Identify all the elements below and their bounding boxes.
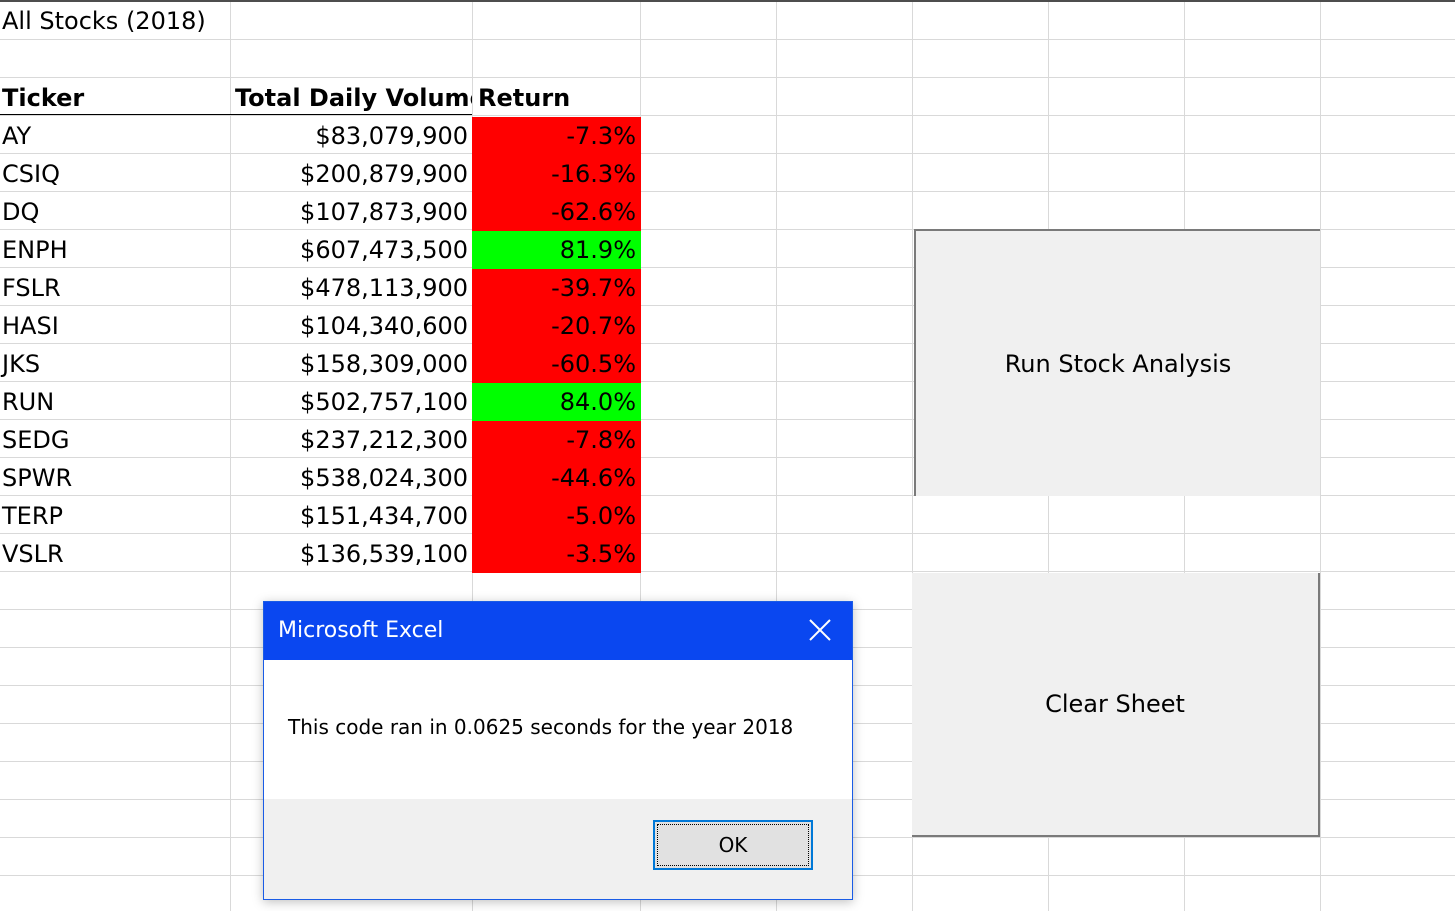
grid-column-line [1320,0,1321,911]
dialog-title: Microsoft Excel [278,618,444,643]
ticker-cell[interactable]: RUN [0,383,230,421]
return-cell[interactable]: -60.5% [472,345,641,383]
close-icon[interactable] [806,616,834,644]
volume-cell[interactable]: $607,473,500 [231,231,472,269]
volume-cell[interactable]: $478,113,900 [231,269,472,307]
header-volume[interactable]: Total Daily Volume [231,79,472,117]
ticker-cell[interactable]: SEDG [0,421,230,459]
return-cell[interactable]: -20.7% [472,307,641,345]
return-cell[interactable]: 81.9% [472,231,641,269]
volume-cell[interactable]: $104,340,600 [231,307,472,345]
ticker-cell[interactable]: FSLR [0,269,230,307]
volume-cell[interactable]: $502,757,100 [231,383,472,421]
ticker-cell[interactable]: TERP [0,497,230,535]
volume-cell[interactable]: $83,079,900 [231,117,472,155]
volume-cell[interactable]: $151,434,700 [231,497,472,535]
dialog-footer: OK [264,799,852,899]
header-underline [0,114,472,115]
clear-sheet-button[interactable]: Clear Sheet [912,573,1320,837]
ticker-cell[interactable]: ENPH [0,231,230,269]
return-cell[interactable]: -16.3% [472,155,641,193]
ticker-cell[interactable]: SPWR [0,459,230,497]
dialog-body: This code ran in 0.0625 seconds for the … [264,660,852,799]
run-stock-analysis-button[interactable]: Run Stock Analysis [914,229,1320,496]
ok-button[interactable]: OK [653,820,813,870]
ticker-cell[interactable]: CSIQ [0,155,230,193]
return-cell[interactable]: -62.6% [472,193,641,231]
dialog-titlebar[interactable]: Microsoft Excel [264,602,852,660]
return-cell[interactable]: -44.6% [472,459,641,497]
ticker-cell[interactable]: DQ [0,193,230,231]
return-cell[interactable]: -39.7% [472,269,641,307]
volume-cell[interactable]: $136,539,100 [231,535,472,573]
header-ticker[interactable]: Ticker [0,79,230,117]
volume-cell[interactable]: $237,212,300 [231,421,472,459]
volume-cell[interactable]: $538,024,300 [231,459,472,497]
sheet-title[interactable]: All Stocks (2018) [0,2,300,40]
ticker-cell[interactable]: VSLR [0,535,230,573]
grid-row-line [0,77,1455,78]
volume-cell[interactable]: $158,309,000 [231,345,472,383]
header-return[interactable]: Return [472,79,641,117]
ticker-cell[interactable]: HASI [0,307,230,345]
return-cell[interactable]: -3.5% [472,535,641,573]
message-dialog: Microsoft Excel This code ran in 0.0625 … [263,601,853,900]
return-cell[interactable]: -5.0% [472,497,641,535]
dialog-message: This code ran in 0.0625 seconds for the … [288,715,794,739]
volume-cell[interactable]: $107,873,900 [231,193,472,231]
ticker-cell[interactable]: AY [0,117,230,155]
return-cell[interactable]: -7.8% [472,421,641,459]
volume-cell[interactable]: $200,879,900 [231,155,472,193]
return-cell[interactable]: 84.0% [472,383,641,421]
ticker-cell[interactable]: JKS [0,345,230,383]
return-cell[interactable]: -7.3% [472,117,641,155]
